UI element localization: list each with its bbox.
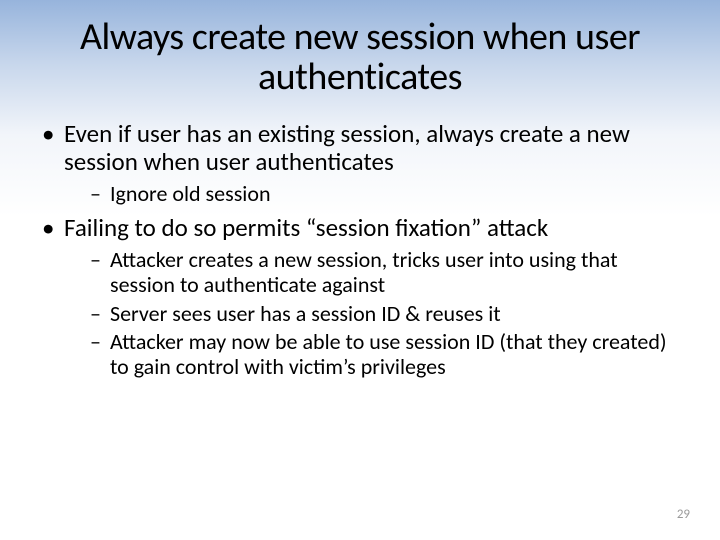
list-item: Even if user has an existing session, al…: [40, 120, 684, 207]
list-item-text: Even if user has an existing session, al…: [64, 118, 630, 177]
list-item: Failing to do so permits “session fixati…: [40, 214, 684, 379]
slide-title: Always create new session when user auth…: [36, 18, 684, 98]
sub-list-item: Attacker creates a new session, tricks u…: [90, 248, 684, 297]
bullet-list: Even if user has an existing session, al…: [40, 120, 684, 380]
sub-list-item: Server sees user has a session ID & reus…: [90, 302, 684, 327]
slide: Always create new session when user auth…: [0, 0, 720, 540]
page-number: 29: [677, 507, 690, 522]
sub-list-item: Attacker may now be able to use session …: [90, 330, 684, 379]
sub-list: Ignore old session: [90, 182, 684, 207]
sub-list: Attacker creates a new session, tricks u…: [90, 248, 684, 379]
list-item-text: Failing to do so permits “session fixati…: [64, 212, 548, 243]
sub-list-item: Ignore old session: [90, 182, 684, 207]
